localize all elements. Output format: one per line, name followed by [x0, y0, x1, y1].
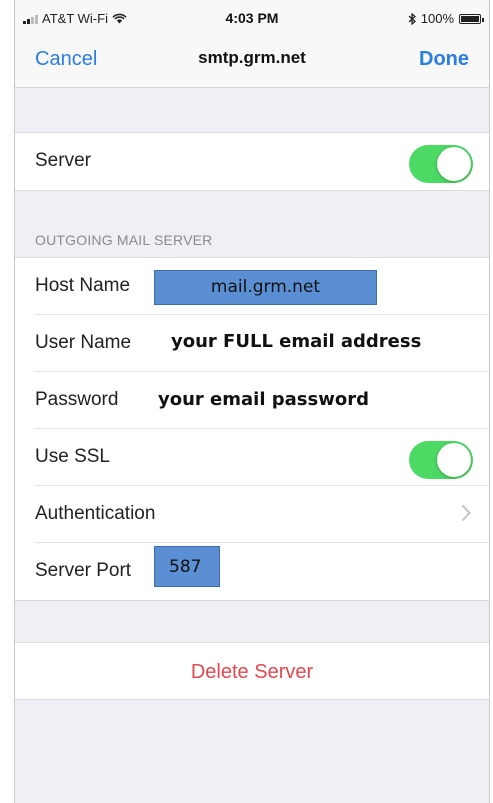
- status-bar: AT&T Wi-Fi 4:03 PM 100%: [15, 0, 489, 36]
- server-port-input[interactable]: 587: [154, 546, 220, 587]
- outgoing-mail-server-header: OUTGOING MAIL SERVER: [35, 232, 213, 248]
- authentication-row[interactable]: Authentication: [35, 486, 489, 543]
- bluetooth-icon: [408, 12, 416, 25]
- battery-percent: 100%: [420, 11, 454, 26]
- server-toggle-knob: [437, 147, 471, 181]
- server-group: Server: [15, 132, 489, 191]
- user-name-input[interactable]: your FULL email address: [171, 331, 421, 352]
- password-input[interactable]: your email password: [158, 389, 369, 410]
- server-port-row[interactable]: Server Port: [35, 543, 489, 600]
- use-ssl-row: Use SSL: [35, 429, 489, 486]
- battery-icon: [459, 13, 484, 24]
- host-name-label: Host Name: [35, 275, 131, 296]
- server-port-label: Server Port: [35, 560, 132, 581]
- server-label: Server: [35, 150, 91, 171]
- outgoing-server-group: Host Name User Name Password Use SSL Aut…: [15, 257, 489, 601]
- cancel-button[interactable]: Cancel: [35, 48, 97, 71]
- server-toggle[interactable]: [409, 145, 473, 183]
- authentication-label: Authentication: [35, 503, 156, 524]
- password-label: Password: [35, 389, 119, 410]
- server-row: Server: [35, 133, 489, 190]
- delete-server-button[interactable]: Delete Server: [15, 661, 489, 684]
- done-button[interactable]: Done: [419, 48, 469, 71]
- chevron-right-icon: [461, 504, 471, 522]
- use-ssl-label: Use SSL: [35, 446, 110, 467]
- delete-server-group: Delete Server: [15, 642, 489, 700]
- use-ssl-toggle[interactable]: [409, 441, 473, 479]
- status-right: 100%: [408, 11, 484, 26]
- user-name-label: User Name: [35, 332, 132, 353]
- host-name-input[interactable]: mail.grm.net: [154, 270, 377, 305]
- nav-bar: Cancel smtp.grm.net Done: [15, 36, 489, 88]
- use-ssl-toggle-knob: [437, 443, 471, 477]
- settings-screen: AT&T Wi-Fi 4:03 PM 100% Cancel smtp.grm.…: [14, 0, 490, 803]
